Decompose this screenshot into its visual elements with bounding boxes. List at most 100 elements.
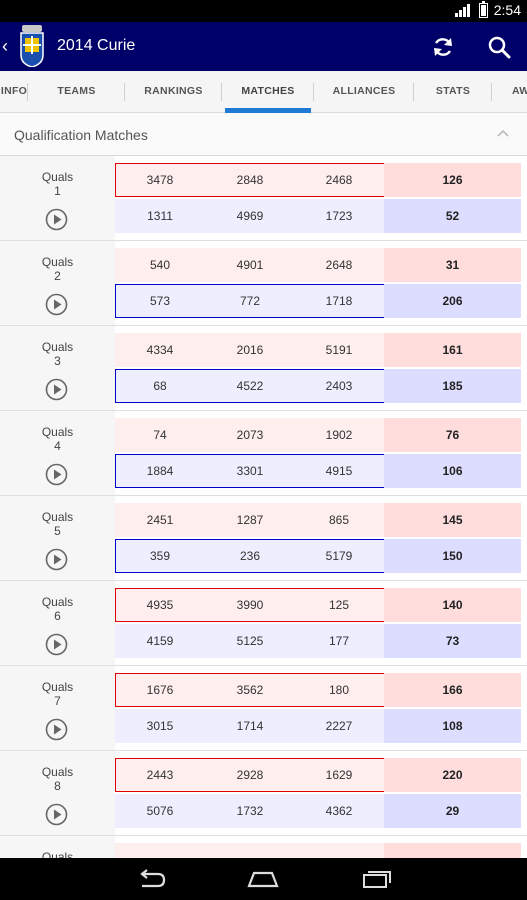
match-type: Quals — [41, 255, 74, 269]
team-number[interactable]: 2848 — [205, 163, 295, 197]
match-row[interactable]: Quals 7 1676 3562 180 166 3015 1714 2227 108 — [0, 666, 527, 751]
team-number[interactable]: 2016 — [205, 333, 295, 367]
team-number[interactable]: 74 — [115, 418, 205, 452]
team-number[interactable]: 1902 — [294, 418, 384, 452]
team-number[interactable]: 3301 — [205, 454, 295, 488]
team-number[interactable]: 865 — [294, 503, 384, 537]
match-row[interactable]: Quals 6 4935 3990 125 140 4159 5125 177 73 — [0, 581, 527, 666]
team-number[interactable]: 4915 — [294, 454, 384, 488]
team-number[interactable]: 2403 — [294, 369, 384, 403]
team-number[interactable]: 3478 — [115, 163, 205, 197]
team-number[interactable] — [115, 843, 205, 858]
action-bar: ‹ 2014 Curie — [0, 22, 527, 71]
play-icon[interactable] — [45, 548, 68, 571]
red-score: 76 — [384, 418, 521, 452]
red-score — [384, 843, 521, 858]
tab-rankings[interactable]: RANKINGS — [125, 71, 222, 113]
team-number[interactable]: 1884 — [115, 454, 205, 488]
team-number[interactable]: 3015 — [115, 709, 205, 743]
team-number[interactable]: 573 — [115, 284, 205, 318]
team-number[interactable]: 2468 — [294, 163, 384, 197]
nav-home-icon[interactable] — [246, 868, 280, 890]
team-number[interactable]: 3562 — [205, 673, 295, 707]
team-number[interactable]: 1723 — [294, 199, 384, 233]
tab-alliances[interactable]: ALLIANCES — [314, 71, 414, 113]
search-icon[interactable] — [487, 35, 511, 59]
team-number[interactable]: 5076 — [115, 794, 205, 828]
team-number[interactable]: 772 — [205, 284, 295, 318]
tab-info[interactable]: INFO — [0, 71, 28, 113]
team-number[interactable]: 4901 — [205, 248, 295, 282]
team-number[interactable] — [294, 843, 384, 858]
tab-awards[interactable]: AW — [492, 71, 527, 113]
team-number[interactable]: 4334 — [115, 333, 205, 367]
team-number[interactable]: 2073 — [205, 418, 295, 452]
match-label: Quals 7 — [0, 666, 115, 750]
team-number[interactable]: 3990 — [205, 588, 295, 622]
play-icon[interactable] — [45, 718, 68, 741]
team-number[interactable]: 4159 — [115, 624, 205, 658]
team-number[interactable]: 1311 — [115, 199, 205, 233]
team-number[interactable]: 2443 — [115, 758, 205, 792]
team-number[interactable]: 2648 — [294, 248, 384, 282]
refresh-icon[interactable] — [431, 35, 455, 59]
match-name: Quals 7 — [0, 680, 115, 708]
team-number[interactable]: 236 — [205, 539, 295, 573]
app-logo[interactable] — [19, 25, 45, 67]
team-number[interactable]: 359 — [115, 539, 205, 573]
tab-matches[interactable]: MATCHES — [222, 71, 314, 113]
match-row[interactable]: Quals 3 4334 2016 5191 161 68 4522 2403 185 — [0, 326, 527, 411]
match-row[interactable]: Quals 4 74 2073 1902 76 1884 3301 4915 106 — [0, 411, 527, 496]
tab-stats[interactable]: STATS — [414, 71, 492, 113]
nav-recents-icon[interactable] — [360, 868, 394, 890]
red-alliance: 540 4901 2648 31 — [115, 248, 521, 282]
match-row[interactable]: Quals 8 2443 2928 1629 220 5076 1732 4362 29 — [0, 751, 527, 836]
play-icon[interactable] — [45, 378, 68, 401]
team-number[interactable]: 4522 — [205, 369, 295, 403]
team-number[interactable]: 177 — [294, 624, 384, 658]
play-icon[interactable] — [45, 633, 68, 656]
team-number[interactable]: 180 — [294, 673, 384, 707]
tab-teams[interactable]: TEAMS — [28, 71, 125, 113]
team-number[interactable]: 5191 — [294, 333, 384, 367]
match-label: Quals 6 — [0, 581, 115, 665]
team-number[interactable]: 1718 — [294, 284, 384, 318]
team-number[interactable]: 2928 — [205, 758, 295, 792]
matches-list[interactable]: Qualification Matches Quals 1 3478 2848 2468… — [0, 113, 527, 858]
match-row[interactable]: Quals — [0, 836, 527, 858]
team-number[interactable]: 5179 — [294, 539, 384, 573]
play-icon[interactable] — [45, 293, 68, 316]
match-type: Quals — [41, 340, 74, 354]
team-number[interactable]: 68 — [115, 369, 205, 403]
blue-score: 73 — [384, 624, 521, 658]
nav-back-icon[interactable] — [134, 868, 168, 890]
chevron-left-icon[interactable]: ‹ — [2, 36, 8, 57]
play-icon[interactable] — [45, 208, 68, 231]
team-number[interactable]: 1732 — [205, 794, 295, 828]
chevron-up-icon[interactable] — [497, 129, 509, 137]
match-row[interactable]: Quals 5 2451 1287 865 145 359 236 5179 150 — [0, 496, 527, 581]
play-icon[interactable] — [45, 463, 68, 486]
play-icon[interactable] — [45, 803, 68, 826]
team-number[interactable]: 4935 — [115, 588, 205, 622]
team-number[interactable]: 4969 — [205, 199, 295, 233]
team-number[interactable]: 1714 — [205, 709, 295, 743]
match-type: Quals — [41, 595, 74, 609]
section-header[interactable]: Qualification Matches — [0, 113, 527, 156]
blue-alliance: 4159 5125 177 73 — [115, 624, 521, 658]
team-number[interactable]: 4362 — [294, 794, 384, 828]
blue-alliance: 1884 3301 4915 106 — [115, 454, 521, 488]
team-number[interactable] — [205, 843, 295, 858]
match-row[interactable]: Quals 2 540 4901 2648 31 573 772 1718 206 — [0, 241, 527, 326]
match-name: Quals 6 — [0, 595, 115, 623]
team-number[interactable]: 540 — [115, 248, 205, 282]
match-row[interactable]: Quals 1 3478 2848 2468 126 1311 4969 1723 52 — [0, 156, 527, 241]
team-number[interactable]: 5125 — [205, 624, 295, 658]
team-number[interactable]: 1629 — [294, 758, 384, 792]
red-alliance: 4935 3990 125 140 — [115, 588, 521, 622]
team-number[interactable]: 1676 — [115, 673, 205, 707]
team-number[interactable]: 2227 — [294, 709, 384, 743]
team-number[interactable]: 1287 — [205, 503, 295, 537]
team-number[interactable]: 125 — [294, 588, 384, 622]
team-number[interactable]: 2451 — [115, 503, 205, 537]
